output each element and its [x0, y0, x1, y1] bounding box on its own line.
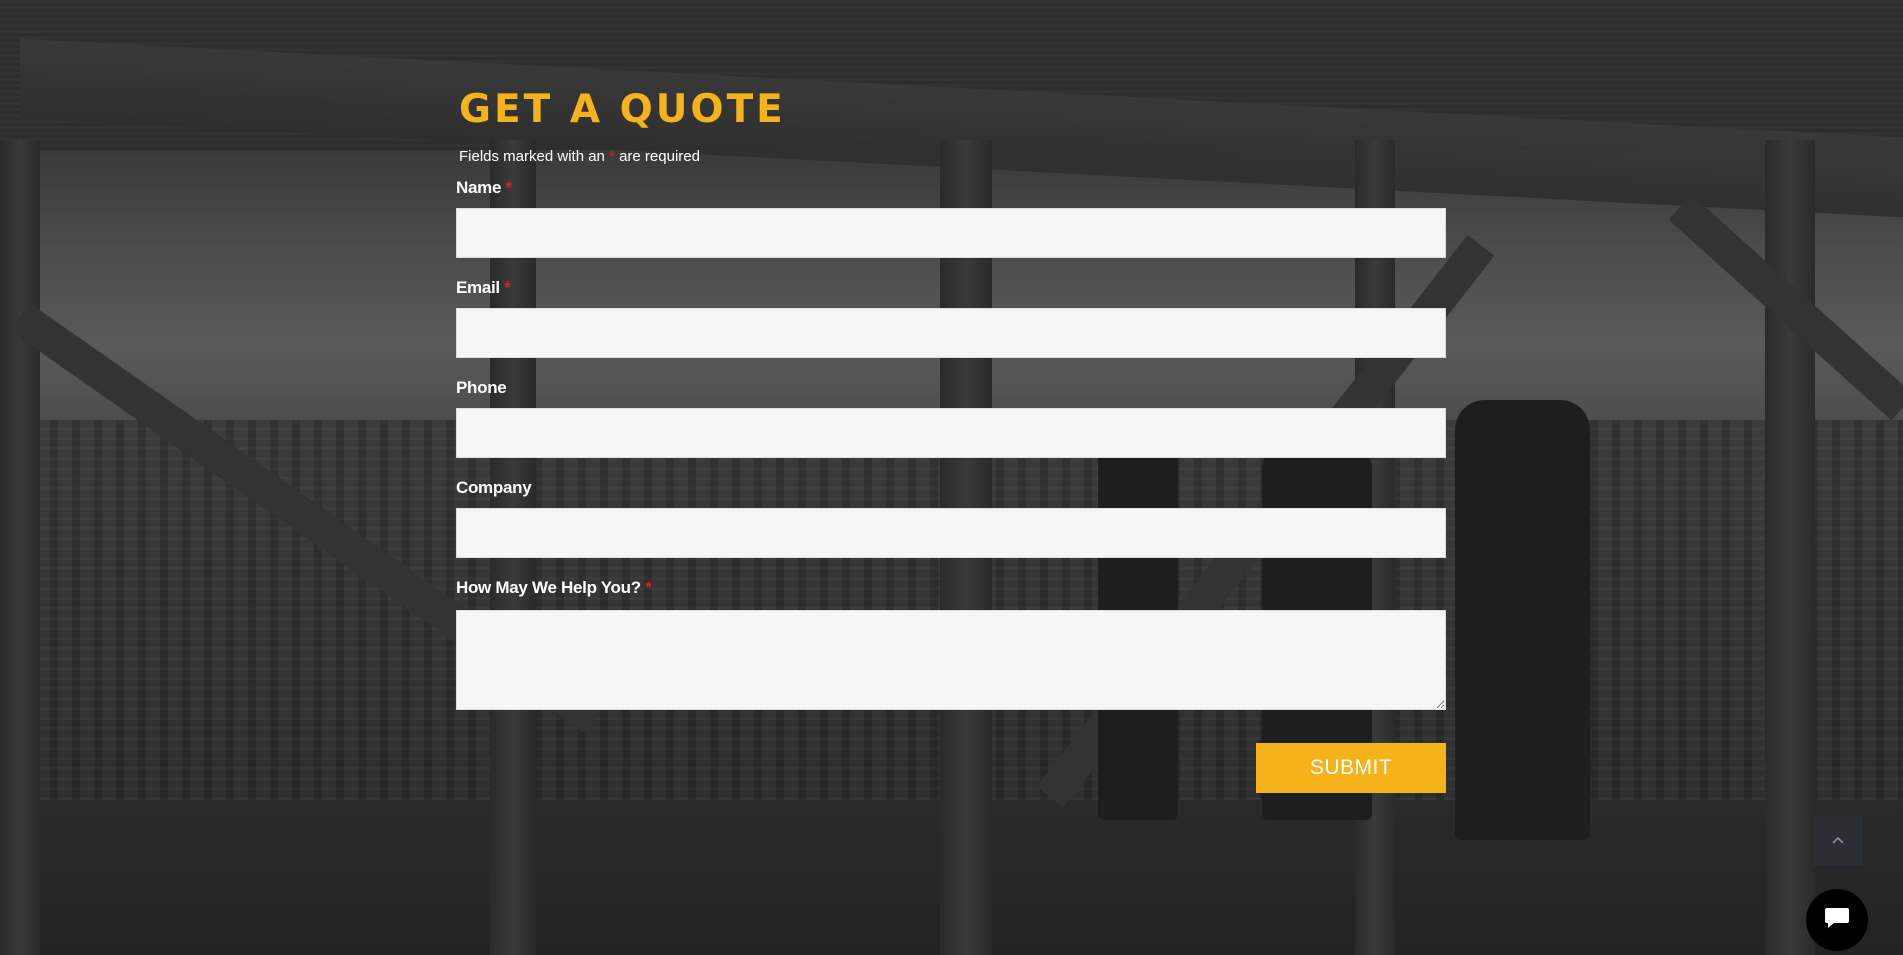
required-fields-note: Fields marked with an * are required — [456, 148, 1446, 166]
email-label: Email * — [456, 278, 1446, 298]
email-input[interactable] — [456, 308, 1446, 358]
scroll-to-top-button[interactable] — [1813, 816, 1863, 866]
phone-input[interactable] — [456, 408, 1446, 458]
submit-button[interactable]: SUBMIT — [1256, 743, 1446, 793]
phone-label-text: Phone — [456, 378, 507, 397]
quote-form: GET A QUOTE Fields marked with an * are … — [456, 80, 1446, 793]
message-textarea[interactable] — [456, 610, 1446, 710]
email-field-group: Email * — [456, 278, 1446, 358]
message-label: How May We Help You? * — [456, 578, 1446, 598]
phone-field-group: Phone — [456, 378, 1446, 458]
message-label-text: How May We Help You? — [456, 578, 641, 597]
background-person-silhouette — [1455, 400, 1590, 840]
chat-widget-button[interactable] — [1806, 889, 1868, 951]
name-label-text: Name — [456, 178, 502, 197]
company-label-text: Company — [456, 478, 532, 497]
form-title: GET A QUOTE — [459, 87, 786, 132]
submit-row: SUBMIT — [456, 743, 1446, 793]
name-label: Name * — [456, 178, 1446, 198]
company-label: Company — [456, 478, 1446, 498]
required-note-text: Fields marked with an — [459, 148, 610, 165]
phone-label: Phone — [456, 378, 1446, 398]
email-label-text: Email — [456, 278, 500, 297]
message-field-group: How May We Help You? * — [456, 578, 1446, 710]
name-input[interactable] — [456, 208, 1446, 258]
required-asterisk: * — [505, 178, 513, 197]
required-asterisk: * — [504, 278, 511, 297]
background-pillar — [0, 140, 40, 955]
company-input[interactable] — [456, 508, 1446, 558]
chat-bubble-icon — [1824, 906, 1850, 935]
name-field-group: Name * — [456, 178, 1446, 258]
required-asterisk: * — [645, 578, 652, 597]
company-field-group: Company — [456, 478, 1446, 558]
background-pillar — [1765, 140, 1815, 955]
required-note-text: are required — [614, 148, 700, 165]
chevron-up-icon — [1831, 832, 1845, 850]
